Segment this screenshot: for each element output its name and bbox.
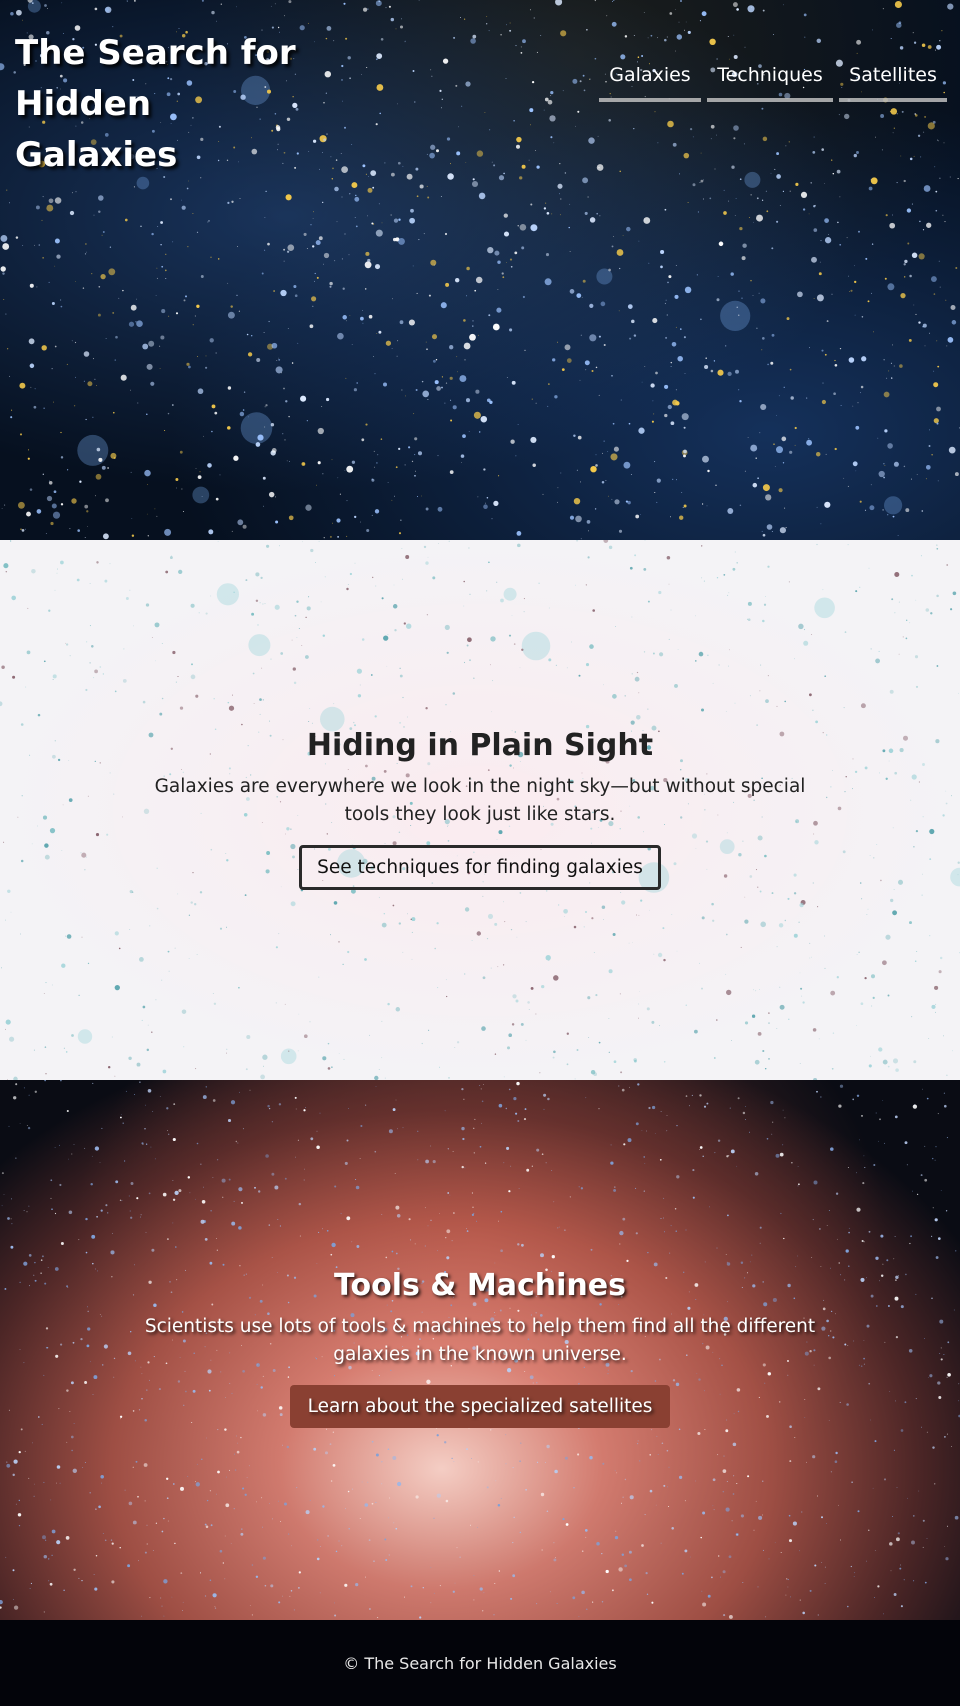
page-footer: © The Search for Hidden Galaxies bbox=[0, 1620, 960, 1706]
hiding-title: Hiding in Plain Sight bbox=[306, 728, 654, 763]
tools-content: Tools & Machines Scientists use lots of … bbox=[0, 1265, 960, 1428]
site-title: The Search for Hidden Galaxies bbox=[15, 33, 296, 175]
main-nav: Galaxies Techniques Satellites bbox=[599, 60, 947, 102]
hiding-text: Galaxies are everywhere we look in the n… bbox=[154, 776, 806, 825]
tools-and-machines-section: Tools & Machines Scientists use lots of … bbox=[0, 1080, 960, 1620]
techniques-button[interactable]: See techniques for finding galaxies bbox=[299, 845, 661, 890]
tools-text: Scientists use lots of tools & machines … bbox=[144, 1316, 816, 1365]
tools-title: Tools & Machines bbox=[334, 1268, 626, 1303]
nav-link-satellites[interactable]: Satellites bbox=[839, 60, 947, 102]
nav-link-techniques[interactable]: Techniques bbox=[707, 60, 833, 102]
footer-copyright: © The Search for Hidden Galaxies bbox=[343, 1653, 617, 1673]
hiding-in-plain-sight-section: Hiding in Plain Sight Galaxies are every… bbox=[0, 540, 960, 1080]
hiding-content: Hiding in Plain Sight Galaxies are every… bbox=[0, 725, 960, 890]
nav-link-galaxies[interactable]: Galaxies bbox=[599, 60, 701, 102]
hero-header: The Search for Hidden Galaxies Galaxies … bbox=[0, 0, 960, 540]
satellites-button[interactable]: Learn about the specialized satellites bbox=[289, 1385, 671, 1428]
